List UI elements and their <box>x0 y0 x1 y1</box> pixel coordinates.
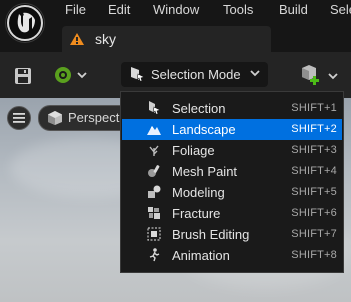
mode-item-selection[interactable]: Selection SHIFT+1 <box>122 98 342 119</box>
source-control-icon <box>55 67 71 83</box>
title-bar: File Edit Window Tools Build Sele sky <box>0 0 351 52</box>
viewport-options-button[interactable] <box>7 106 31 130</box>
fracture-icon <box>148 207 160 219</box>
perspective-view-button[interactable]: Perspective <box>38 105 129 131</box>
selection-mode-icon <box>131 67 145 82</box>
editor-mode-menu: Selection SHIFT+1 Landscape SHIFT+2 Foli… <box>120 91 344 273</box>
hamburger-menu-icon <box>13 113 25 123</box>
mode-item-mesh-paint[interactable]: Mesh Paint SHIFT+4 <box>122 161 342 182</box>
mode-label: Animation <box>172 248 230 263</box>
brush-editing-icon <box>147 227 161 241</box>
mode-shortcut: SHIFT+3 <box>291 144 337 156</box>
source-control-button[interactable] <box>50 64 90 86</box>
mode-shortcut: SHIFT+4 <box>291 165 337 177</box>
mode-item-animation[interactable]: Animation SHIFT+8 <box>122 245 342 266</box>
mode-label: Brush Editing <box>172 227 250 242</box>
mode-item-modeling[interactable]: Modeling SHIFT+5 <box>122 182 342 203</box>
mode-label: Modeling <box>172 185 225 200</box>
selection-mode-label: Selection Mode <box>151 67 241 82</box>
landscape-icon <box>147 126 161 135</box>
mesh-paint-icon <box>148 165 160 177</box>
mode-item-landscape[interactable]: Landscape SHIFT+2 <box>122 119 342 140</box>
chevron-down-icon <box>77 72 87 79</box>
mode-shortcut: SHIFT+7 <box>291 228 337 240</box>
mode-item-fracture[interactable]: Fracture SHIFT+6 <box>122 203 342 224</box>
modeling-icon <box>148 185 161 198</box>
menu-file[interactable]: File <box>65 2 86 17</box>
selection-icon <box>149 101 161 115</box>
mode-label: Foliage <box>172 143 215 158</box>
chevron-down-icon <box>328 73 338 80</box>
level-warning-icon <box>70 33 84 45</box>
add-content-icon <box>302 65 319 85</box>
mode-shortcut: SHIFT+6 <box>291 207 337 219</box>
level-tab[interactable]: sky <box>62 26 271 52</box>
animation-icon <box>149 248 160 262</box>
chevron-down-icon <box>250 70 260 77</box>
tab-label: sky <box>95 31 116 47</box>
menu-select[interactable]: Sele <box>330 2 351 17</box>
mode-shortcut: SHIFT+2 <box>291 123 337 135</box>
selection-mode-dropdown[interactable]: Selection Mode <box>121 62 268 87</box>
menu-tools[interactable]: Tools <box>223 2 253 17</box>
mode-item-foliage[interactable]: Foliage SHIFT+3 <box>122 140 342 161</box>
add-content-button[interactable] <box>296 64 344 88</box>
mode-label: Fracture <box>172 206 221 221</box>
mode-shortcut: SHIFT+8 <box>291 249 337 261</box>
mode-label: Landscape <box>172 122 236 137</box>
foliage-icon <box>149 145 159 156</box>
menu-build[interactable]: Build <box>279 2 308 17</box>
unreal-logo-icon[interactable] <box>5 3 45 43</box>
mode-shortcut: SHIFT+5 <box>291 186 337 198</box>
mode-item-brush-editing[interactable]: Brush Editing SHIFT+7 <box>122 224 342 245</box>
mode-shortcut: SHIFT+1 <box>291 102 337 114</box>
perspective-cube-icon <box>48 111 62 125</box>
menu-edit[interactable]: Edit <box>108 2 130 17</box>
mode-label: Mesh Paint <box>172 164 238 179</box>
menu-window[interactable]: Window <box>153 2 199 17</box>
mode-label: Selection <box>172 101 226 116</box>
save-icon[interactable] <box>14 67 32 85</box>
